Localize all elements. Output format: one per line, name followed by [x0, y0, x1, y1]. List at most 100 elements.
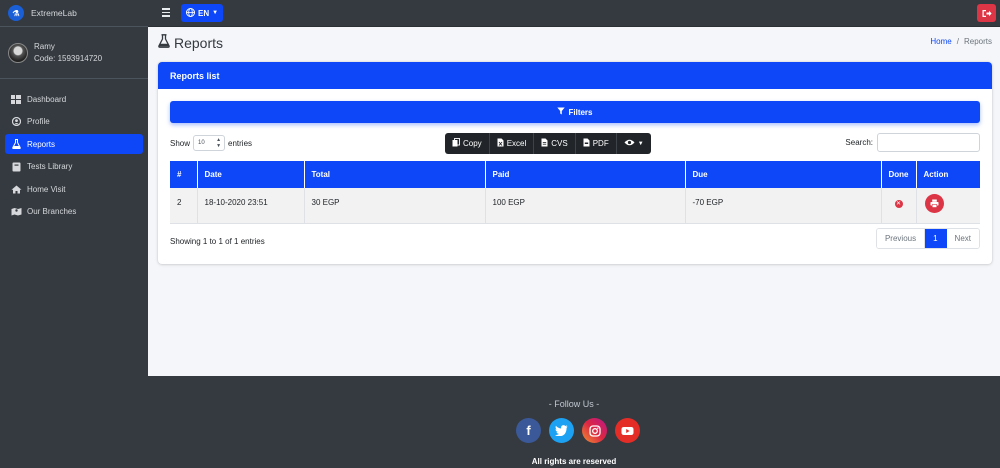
brand-logo-icon: ⚗ [8, 5, 24, 21]
pagination-page-1[interactable]: 1 [925, 229, 947, 248]
dashboard-icon [10, 94, 22, 104]
sidebar-item-label: Home Visit [27, 184, 66, 194]
column-header-action[interactable]: Action [916, 161, 980, 188]
show-label: Show [170, 138, 191, 148]
sidebar-item-label: Profile [27, 117, 50, 126]
chevron-down-icon: ▼ [637, 140, 644, 147]
filter-icon [557, 107, 566, 117]
sidebar-item-reports[interactable]: Reports [5, 134, 143, 154]
avatar [8, 42, 28, 63]
page-title: Reports [158, 34, 223, 51]
cell-total: 30 EGP [304, 188, 486, 223]
csv-button[interactable]: CVS [534, 133, 576, 154]
user-panel: Ramy Code: 1593914720 [0, 27, 148, 79]
brand[interactable]: ⚗ ExtremeLab [0, 0, 148, 27]
sidebar-item-label: Dashboard [27, 94, 67, 104]
search-label: Search: [845, 138, 873, 147]
copyright: All rights are reserved [531, 457, 617, 466]
cell-due: -70 EGP [685, 188, 882, 223]
language-dropdown[interactable]: EN ▼ [181, 4, 224, 22]
pagination-previous[interactable]: Previous [876, 229, 926, 248]
sidebar-item-label: Reports [27, 139, 56, 149]
menu-toggle-icon[interactable] [162, 8, 170, 17]
page-title-text: Reports [174, 34, 224, 51]
table-row: 2 18-10-2020 23:51 30 EGP 100 EGP -70 EG… [170, 188, 980, 223]
excel-label: Excel [506, 139, 527, 148]
table-header-row: # Date Total Paid Due Done Action [170, 161, 980, 188]
flask-icon [10, 139, 22, 149]
cell-paid: 100 EGP [485, 188, 686, 223]
reports-card: Reports list Filters Show 10 ▲ ▼ entries … [158, 62, 992, 264]
sidebar-item-label: Our Branches [27, 207, 77, 216]
sidebar-item-our-branches[interactable]: Our Branches [5, 202, 143, 222]
breadcrumb-separator: / [956, 37, 959, 46]
footer: - Follow Us - f All rights are reserved [148, 376, 1000, 468]
card-header: Reports list [158, 62, 992, 89]
sidebar: ⚗ ExtremeLab Ramy Code: 1593914720 Dashb… [0, 0, 148, 468]
table-info: Showing 1 to 1 of 1 entries [170, 237, 265, 246]
pdf-button[interactable]: PDF [576, 133, 617, 154]
file-pdf-icon [583, 138, 590, 149]
entries-label: entries [228, 138, 253, 148]
search: Search: [845, 133, 980, 152]
facebook-icon[interactable]: f [516, 418, 541, 443]
select-arrows-icon: ▲ ▼ [216, 137, 222, 149]
print-button[interactable] [924, 194, 944, 213]
flask-icon [158, 34, 170, 51]
search-input[interactable] [877, 133, 980, 152]
column-header-number[interactable]: # [170, 161, 198, 188]
cell-number: 2 [170, 188, 198, 223]
cell-date: 18-10-2020 23:51 [197, 188, 305, 223]
sidebar-item-home-visit[interactable]: Home Visit [5, 179, 143, 199]
breadcrumb-current: Reports [963, 37, 992, 46]
logout-button[interactable] [977, 4, 996, 22]
sidebar-item-dashboard[interactable]: Dashboard [5, 89, 143, 109]
chevron-down-icon: ▼ [212, 10, 219, 16]
print-icon [930, 199, 938, 208]
instagram-icon[interactable] [582, 418, 607, 443]
pdf-label: PDF [592, 139, 609, 148]
map-icon [10, 207, 22, 217]
pagination: Previous 1 Next [875, 228, 980, 249]
column-visibility-button[interactable]: ▼ [617, 133, 651, 154]
column-header-paid[interactable]: Paid [485, 161, 686, 188]
social-links: f [516, 418, 648, 443]
user-code: Code: 1593914720 [34, 53, 103, 63]
brand-name: ExtremeLab [31, 8, 77, 18]
globe-icon [186, 7, 195, 19]
language-label: EN [198, 8, 210, 18]
sidebar-item-profile[interactable]: Profile [5, 112, 143, 132]
user-icon [10, 117, 22, 127]
show-entries: Show 10 ▲ ▼ entries [170, 135, 252, 151]
copy-button[interactable]: Copy [445, 133, 490, 154]
export-button-group: Copy Excel CVS PDF ▼ [445, 133, 651, 154]
copy-label: Copy [463, 139, 482, 148]
sidebar-item-label: Tests Library [27, 162, 73, 171]
filters-button[interactable]: Filters [170, 101, 980, 123]
breadcrumb-home-link[interactable]: Home [930, 37, 951, 46]
file-csv-icon [541, 138, 548, 149]
excel-button[interactable]: Excel [490, 133, 535, 154]
cell-done: ✕ [881, 188, 917, 223]
pagination-next[interactable]: Next [946, 229, 979, 248]
user-info: Ramy Code: 1593914720 [34, 41, 102, 65]
eye-icon [624, 139, 635, 148]
column-header-date[interactable]: Date [197, 161, 305, 188]
book-icon [10, 162, 22, 172]
entries-select[interactable]: 10 ▲ ▼ [193, 135, 226, 151]
sidebar-nav: Dashboard Profile Reports Tests Library … [0, 89, 148, 222]
main-content: Reports Home / Reports Reports list Filter… [148, 27, 1000, 376]
column-header-total[interactable]: Total [304, 161, 486, 188]
column-header-done[interactable]: Done [881, 161, 917, 188]
file-excel-icon [497, 138, 504, 149]
csv-label: CVS [551, 139, 568, 148]
column-header-due[interactable]: Due [685, 161, 882, 188]
youtube-icon[interactable] [615, 418, 640, 443]
user-name[interactable]: Ramy [34, 41, 102, 53]
twitter-icon[interactable] [549, 418, 574, 443]
filters-label: Filters [568, 107, 593, 117]
sidebar-item-tests-library[interactable]: Tests Library [5, 157, 143, 177]
reports-table: # Date Total Paid Due Done Action 2 18-1… [170, 161, 980, 224]
home-icon [10, 184, 22, 194]
cell-action [916, 188, 980, 223]
